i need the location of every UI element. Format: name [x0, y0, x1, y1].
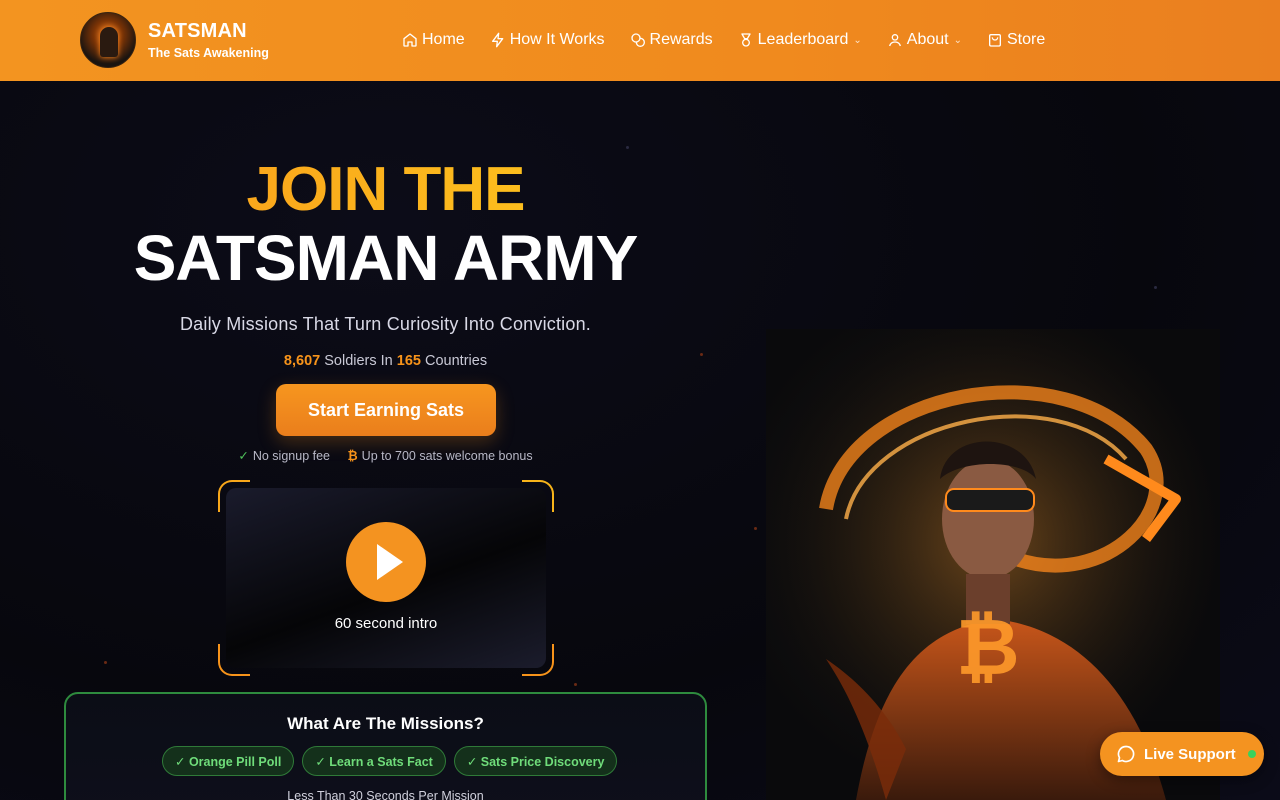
- start-earning-button[interactable]: Start Earning Sats: [276, 384, 496, 436]
- background-star: [574, 683, 577, 686]
- intro-video[interactable]: 60 second intro: [226, 488, 546, 668]
- online-status-dot: [1247, 750, 1256, 758]
- intro-video-frame: 60 second intro: [218, 480, 554, 676]
- nav-home[interactable]: Home: [402, 28, 465, 52]
- background-star: [1154, 286, 1157, 289]
- nav-how-it-works-label: How It Works: [509, 31, 605, 48]
- main-nav: Home How It Works Rewards Leaderboard ⌄ …: [402, 28, 1070, 52]
- live-support-label: Live Support: [1144, 745, 1236, 763]
- coins-icon: [630, 33, 645, 47]
- nav-how-it-works[interactable]: How It Works: [490, 28, 605, 52]
- nav-about-label: About: [906, 31, 949, 48]
- live-support-button[interactable]: Live Support: [1100, 732, 1264, 776]
- brand-name: SATSMAN: [148, 20, 247, 42]
- satsman-avatar: [80, 12, 136, 68]
- countries-count: 165: [396, 353, 421, 369]
- bag-icon: [989, 33, 1001, 47]
- mission-duration-note: Less Than 30 Seconds Per Mission: [287, 789, 484, 800]
- bonus-text: Up to 700 sats welcome bonus: [361, 449, 533, 463]
- medal-icon: [740, 33, 751, 47]
- nav-rewards-label: Rewards: [649, 31, 713, 48]
- community-stats: 8,607 Soldiers In 165 Countries: [0, 353, 771, 369]
- missions-title: What Are The Missions?: [287, 714, 484, 733]
- lightning-icon: [491, 32, 504, 48]
- nav-leaderboard[interactable]: Leaderboard ⌄: [738, 28, 862, 52]
- soldiers-count: 8,607: [283, 353, 321, 369]
- play-icon[interactable]: [346, 522, 426, 602]
- mission-pill-orange-pill-poll: ✓ Orange Pill Poll: [162, 746, 295, 776]
- nav-rewards[interactable]: Rewards: [630, 28, 713, 52]
- user-icon: [888, 34, 901, 47]
- nav-leaderboard-label: Leaderboard: [757, 31, 849, 48]
- nav-about[interactable]: About ⌄: [887, 28, 962, 52]
- no-fee-text: No signup fee: [252, 449, 330, 463]
- check-icon: ✓: [238, 449, 249, 463]
- mission-pill-learn-sats-fact: ✓ Learn a Sats Fact: [302, 746, 446, 776]
- background-star: [754, 527, 757, 530]
- chevron-down-icon: ⌄: [853, 34, 862, 46]
- missions-card: What Are The Missions? ✓ Orange Pill Pol…: [64, 692, 707, 800]
- soldiers-label: Soldiers In: [324, 353, 393, 369]
- hero-headline-line1: JOIN THE: [0, 157, 771, 223]
- satsman-hero-image: ₿: [766, 329, 1220, 800]
- nav-home-label: Home: [422, 31, 465, 48]
- top-navbar: SATSMAN The Sats Awakening Home How It W…: [0, 0, 1280, 81]
- svg-text:₿: ₿: [956, 603, 1020, 693]
- nav-store[interactable]: Store: [987, 28, 1045, 52]
- background-star: [626, 146, 629, 149]
- video-label: 60 second intro: [334, 615, 438, 632]
- chevron-down-icon: ⌄: [953, 34, 962, 46]
- bitcoin-icon: ₿: [347, 449, 358, 463]
- hero-subtitle: Daily Missions That Turn Curiosity Into …: [179, 314, 592, 334]
- chat-bubble-icon: [1117, 745, 1135, 763]
- brand-tagline: The Sats Awakening: [148, 46, 269, 60]
- signup-perks: ✓ No signup fee ₿ Up to 700 sats welcome b…: [0, 448, 771, 463]
- hero-headline-line2: SATSMAN ARMY: [133, 222, 639, 294]
- countries-label: Countries: [425, 353, 488, 369]
- nav-store-label: Store: [1007, 31, 1046, 48]
- home-icon: [403, 33, 417, 47]
- brand-logo-link[interactable]: SATSMAN The Sats Awakening: [80, 12, 269, 68]
- mission-pill-price-discovery: ✓ Sats Price Discovery: [453, 746, 618, 776]
- background-star: [104, 661, 107, 664]
- mission-pills: ✓ Orange Pill Poll ✓ Learn a Sats Fact ✓…: [162, 746, 625, 776]
